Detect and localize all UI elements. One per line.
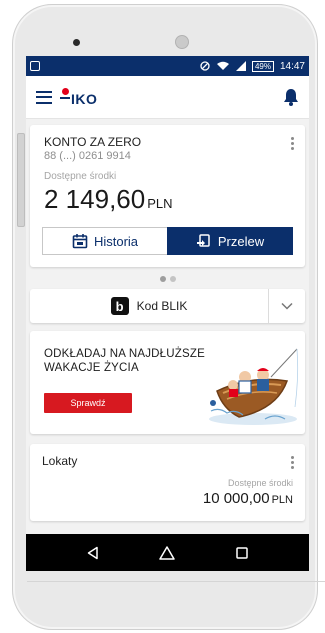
back-icon[interactable]: [86, 546, 100, 560]
history-label: Historia: [93, 233, 139, 249]
recent-apps-icon[interactable]: [235, 546, 249, 560]
blik-expand-button[interactable]: [269, 289, 305, 323]
signal-icon: [235, 61, 246, 71]
logo-text: IKO: [71, 91, 98, 107]
iko-logo: IKO: [60, 87, 97, 107]
chevron-down-icon: [281, 302, 293, 310]
balance-amount: 2 149,60: [44, 184, 146, 214]
account-card[interactable]: KONTO ZA ZERO 88 (...) 0261 9914 Dostępn…: [30, 125, 305, 267]
boat-illustration: [209, 348, 299, 425]
promo-check-button[interactable]: Sprawdź: [44, 393, 132, 413]
front-speaker: [73, 39, 80, 46]
deposits-available-label: Dostępne środki: [227, 478, 293, 488]
do-not-disturb-icon: [200, 61, 210, 71]
deposits-amount: 10 000,00 PLN: [203, 490, 293, 507]
promo-line-1: ODKŁADAJ NA NAJDŁUŻSZE: [44, 348, 205, 360]
account-name: KONTO ZA ZERO: [44, 135, 142, 149]
account-number: 88 (...) 0261 9914: [44, 150, 131, 162]
blik-bar: b Kod BLIK: [30, 289, 305, 323]
home-icon[interactable]: [159, 545, 176, 560]
blik-code-button[interactable]: b Kod BLIK: [30, 289, 269, 323]
deposits-amount-value: 10 000,00: [202, 490, 270, 507]
account-balance: 2 149,60 PLN: [44, 184, 291, 215]
deposits-title: Lokaty: [42, 454, 78, 468]
hamburger-menu-icon[interactable]: [36, 90, 52, 104]
transfer-icon: [196, 234, 210, 247]
page-dot-1[interactable]: [159, 276, 166, 282]
page-indicator: [26, 276, 309, 284]
available-funds-label: Dostępne środki: [44, 171, 117, 182]
account-more-icon[interactable]: [291, 137, 295, 150]
phone-screen: 49% 14:47 IKO KONTO ZA ZERO 88 (...) 026…: [26, 56, 309, 571]
transfer-label: Przelew: [217, 233, 265, 249]
history-button[interactable]: Historia: [42, 227, 167, 255]
transfer-button[interactable]: Przelew: [167, 227, 293, 255]
promo-headline: ODKŁADAJ NA NAJDŁUŻSZE WAKACJE ŻYCIA: [44, 347, 214, 375]
promo-banner[interactable]: ODKŁADAJ NA NAJDŁUŻSZE WAKACJE ŻYCIA Spr…: [30, 331, 305, 434]
promo-line-2: WAKACJE ŻYCIA: [44, 362, 139, 374]
deposits-more-icon[interactable]: [291, 456, 295, 469]
app-bar: IKO: [26, 76, 309, 119]
balance-currency: PLN: [147, 196, 173, 211]
android-nav-bar: [26, 534, 309, 571]
notification-icon: [30, 61, 40, 71]
blik-label: Kod BLIK: [136, 299, 188, 313]
status-bar: 49% 14:47: [26, 56, 309, 76]
wifi-icon: [216, 61, 229, 70]
page-dot-2[interactable]: [169, 276, 176, 282]
clock: 14:47: [279, 60, 305, 72]
front-camera: [175, 35, 189, 49]
phone-chin: [27, 581, 325, 627]
blik-logo-icon: b: [110, 297, 129, 315]
side-button: [17, 133, 25, 227]
calendar-icon: [72, 234, 88, 249]
battery-indicator: 49%: [251, 60, 274, 72]
deposits-card[interactable]: Lokaty Dostępne środki 10 000,00 PLN: [30, 444, 305, 521]
bell-icon[interactable]: [283, 88, 299, 106]
deposits-currency: PLN: [271, 494, 293, 506]
